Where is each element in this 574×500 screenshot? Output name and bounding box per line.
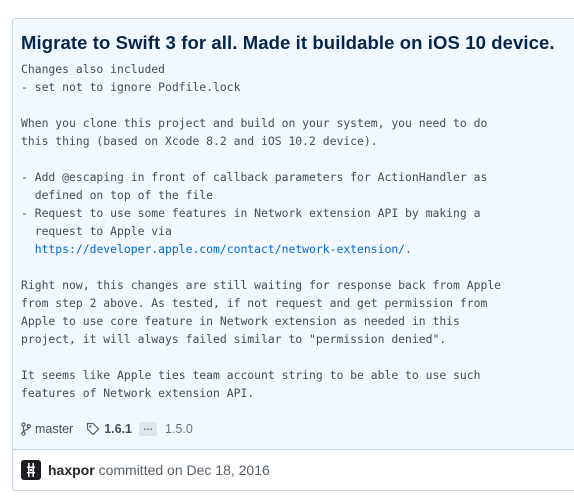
author-name[interactable]: haxpor bbox=[48, 462, 95, 478]
tag-item[interactable]: 1.6.1 bbox=[86, 422, 132, 436]
description-line: project, it will always failed similar t… bbox=[21, 332, 447, 346]
description-line: Changes also included bbox=[21, 62, 166, 76]
commit-description: Changes also included - set not to ignor… bbox=[21, 60, 501, 402]
description-text: . bbox=[405, 242, 412, 256]
commit-header: Migrate to Swift 3 for all. Made it buil… bbox=[13, 19, 574, 450]
branch-name: master bbox=[35, 422, 74, 436]
tag-name-oldest[interactable]: 1.5.0 bbox=[165, 422, 193, 436]
description-line: Right now, this changes are still waitin… bbox=[21, 278, 502, 292]
tag-icon bbox=[86, 422, 100, 436]
branch-tag-list: master 1.6.1 … 1.5.0 bbox=[21, 419, 193, 439]
description-line: When you clone this project and build on… bbox=[21, 116, 488, 130]
description-line: - Request to use some features in Networ… bbox=[21, 206, 481, 220]
network-extension-link[interactable]: https://developer.apple.com/contact/netw… bbox=[35, 242, 405, 256]
description-line: - set not to ignore Podfile.lock bbox=[21, 80, 241, 94]
description-line: this thing (based on Xcode 8.2 and iOS 1… bbox=[21, 134, 378, 148]
tag-name: 1.6.1 bbox=[104, 422, 133, 436]
description-line: defined on top of the file bbox=[21, 188, 214, 202]
description-line: features of Network extension API. bbox=[21, 386, 255, 400]
branch-item[interactable]: master bbox=[21, 422, 73, 436]
avatar-glyph-icon bbox=[27, 463, 35, 477]
description-line: from step 2 above. As tested, if not req… bbox=[21, 296, 488, 310]
more-tags-button[interactable]: … bbox=[139, 422, 158, 436]
description-line: Apple to use core feature in Network ext… bbox=[21, 314, 460, 328]
git-branch-icon bbox=[21, 422, 31, 436]
commit-meta: haxpor committed on Dec 18, 2016 bbox=[13, 450, 574, 490]
avatar[interactable] bbox=[21, 460, 41, 480]
description-line: It seems like Apple ties team account st… bbox=[21, 368, 481, 382]
commit-box: Migrate to Swift 3 for all. Made it buil… bbox=[12, 18, 574, 491]
description-line: - Add @escaping in front of callback par… bbox=[21, 170, 488, 184]
commit-title[interactable]: Migrate to Swift 3 for all. Made it buil… bbox=[21, 32, 555, 54]
committed-date: committed on Dec 18, 2016 bbox=[94, 462, 270, 478]
description-line: request to Apple via bbox=[21, 224, 172, 238]
commit-author-line: haxpor committed on Dec 18, 2016 bbox=[48, 462, 270, 478]
